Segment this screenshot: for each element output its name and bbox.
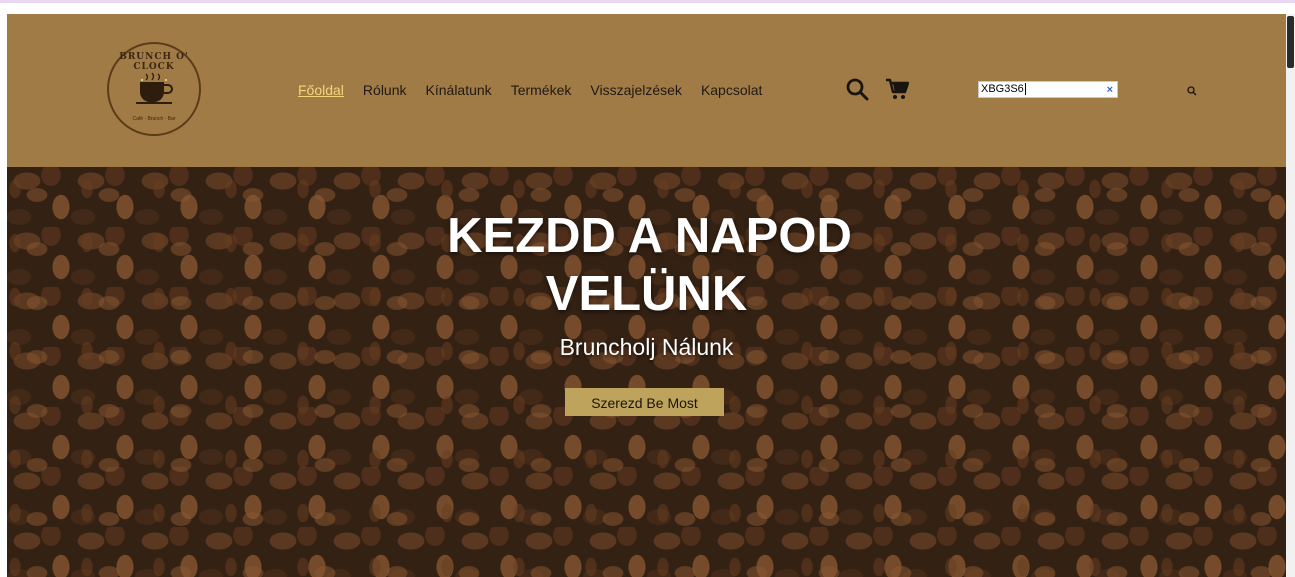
hero-subtitle: Bruncholj Nálunk: [559, 334, 734, 360]
nav-item-visszajelzesek[interactable]: Visszajelzések: [590, 82, 682, 98]
nav-item-kapcsolat[interactable]: Kapcsolat: [701, 82, 762, 98]
scrollbar-thumb[interactable]: [1287, 16, 1294, 68]
cart-icon[interactable]: [885, 78, 909, 100]
nav-item-rolunk[interactable]: Rólunk: [363, 82, 407, 98]
hero-content: KEZDD A NAPOD VELÜNK Bruncholj Nálunk Sz…: [7, 167, 1286, 577]
hero-title-line1: KEZDD A NAPOD: [447, 209, 852, 263]
search-input-value: XBG3S6: [981, 83, 1024, 95]
nav-item-termekek[interactable]: Termékek: [511, 82, 572, 98]
clear-search-icon[interactable]: ×: [1107, 83, 1113, 97]
scrollbar[interactable]: [1286, 14, 1295, 577]
text-caret: [1024, 83, 1026, 96]
browser-top-border: [0, 0, 1295, 14]
hero-banner: KEZDD A NAPOD VELÜNK Bruncholj Nálunk Sz…: [7, 167, 1286, 577]
nav-item-kinalatunk[interactable]: Kínálatunk: [426, 82, 492, 98]
main-nav: Főoldal Rólunk Kínálatunk Termékek Vissz…: [298, 82, 781, 98]
hero-title: KEZDD A NAPOD VELÜNK: [7, 207, 1286, 323]
nav-item-fooldal[interactable]: Főoldal: [298, 82, 344, 98]
search-submit-icon[interactable]: [1186, 85, 1198, 97]
page: BRUNCH O' CLOCK Café · Brunch · Bar Főol…: [7, 14, 1286, 577]
site-header: BRUNCH O' CLOCK Café · Brunch · Bar Főol…: [7, 14, 1286, 167]
coffee-cup-icon: [136, 72, 173, 104]
logo-subtext: Café · Brunch · Bar: [132, 116, 176, 122]
hero-title-line2: VELÜNK: [545, 267, 748, 321]
search-icon[interactable]: [845, 77, 869, 101]
search-input[interactable]: XBG3S6 ×: [978, 81, 1118, 98]
logo[interactable]: BRUNCH O' CLOCK Café · Brunch · Bar: [107, 42, 201, 136]
logo-text: BRUNCH O' CLOCK: [119, 52, 189, 72]
cta-button[interactable]: Szerezd Be Most: [565, 388, 724, 416]
